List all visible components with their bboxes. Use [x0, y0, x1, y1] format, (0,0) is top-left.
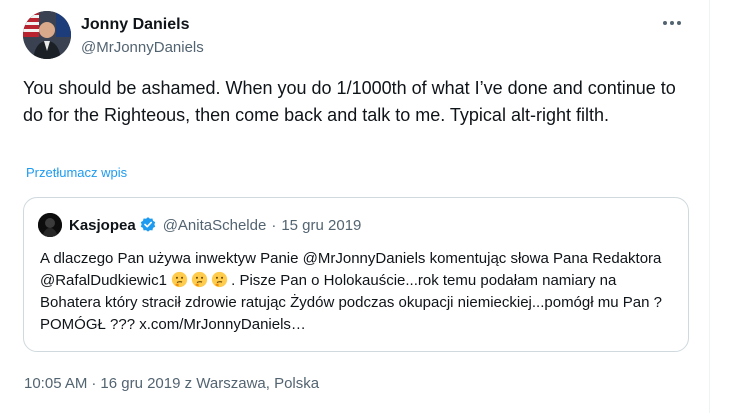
meta-separator: · [271, 216, 277, 234]
quoted-author-name[interactable]: Kasjopea [69, 217, 136, 234]
quoted-tweet[interactable]: Kasjopea @AnitaSchelde · 15 gru 2019 A d… [23, 197, 689, 352]
more-options-button[interactable] [661, 13, 683, 33]
more-horizontal-icon [663, 21, 681, 25]
quoted-author-handle[interactable]: @AnitaSchelde [163, 217, 267, 234]
meta-separator: · [91, 375, 97, 392]
author-name-block: Jonny Daniels @MrJonnyDaniels [81, 15, 204, 58]
tweet-date-location[interactable]: 16 gru 2019 z Warszawa, Polska [100, 375, 319, 392]
thinking-face-emoji [171, 271, 188, 288]
author-display-name[interactable]: Jonny Daniels [81, 15, 204, 35]
quoted-tweet-header: Kasjopea @AnitaSchelde · 15 gru 2019 [38, 213, 361, 237]
translate-post-link[interactable]: Przetłumacz wpis [26, 165, 127, 180]
timeline-border [709, 0, 710, 413]
verified-badge-icon [139, 216, 157, 234]
thinking-face-emoji [191, 271, 208, 288]
author-avatar[interactable] [23, 11, 71, 59]
tweet-time[interactable]: 10:05 AM [24, 375, 87, 392]
author-handle[interactable]: @MrJonnyDaniels [81, 38, 204, 58]
quoted-tweet-text: A dlaczego Pan używa inwektyw Panie @MrJ… [40, 248, 676, 336]
quoted-tweet-date[interactable]: 15 gru 2019 [281, 217, 361, 234]
quoted-author-avatar[interactable] [38, 213, 62, 237]
tweet-text: You should be ashamed. When you do 1/100… [23, 78, 676, 125]
tweet-timestamp: 10:05 AM · 16 gru 2019 z Warszawa, Polska [24, 375, 319, 392]
tweet-header: Jonny Daniels @MrJonnyDaniels [23, 11, 703, 61]
thinking-face-emoji [211, 271, 228, 288]
